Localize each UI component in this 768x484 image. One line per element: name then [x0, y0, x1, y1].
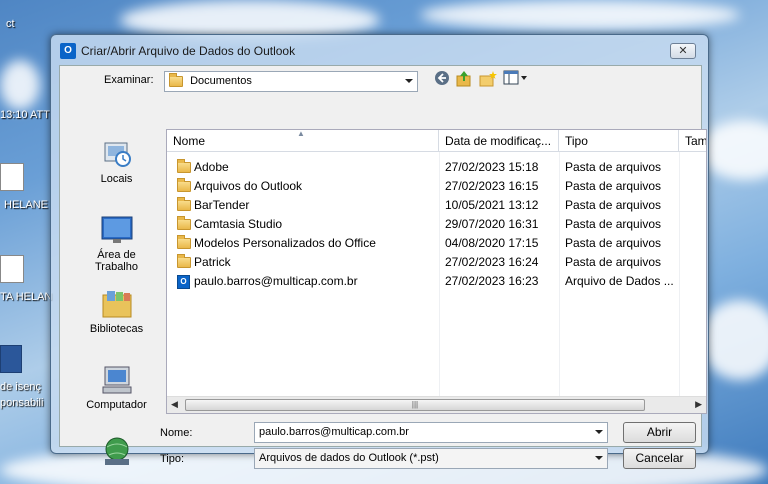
open-button[interactable]: Abrir: [623, 422, 696, 443]
desktop-icon: [101, 215, 133, 245]
file-row[interactable]: O paulo.barros@multicap.com.br 27/02/202…: [167, 272, 706, 291]
file-type: Pasta de arquivos: [565, 236, 662, 250]
filetype-label: Tipo:: [160, 453, 185, 465]
file-type: Pasta de arquivos: [565, 255, 662, 269]
word-document-icon[interactable]: [0, 345, 22, 373]
chevron-down-icon: [405, 79, 413, 83]
column-header-label: Tipo: [565, 134, 588, 148]
column-header-size[interactable]: Tam: [679, 130, 707, 152]
file-date: 29/07/2020 16:31: [445, 217, 539, 231]
places-item-desktop[interactable]: Área de Trabalho: [68, 215, 165, 273]
document-thumbnail-icon[interactable]: [0, 255, 24, 283]
desktop-label[interactable]: ct: [6, 18, 15, 30]
desktop-label[interactable]: TA HELAN: [0, 291, 52, 303]
folder-icon: [177, 178, 191, 192]
column-header-name[interactable]: Nome ▲: [167, 130, 439, 152]
file-type: Pasta de arquivos: [565, 179, 662, 193]
cancel-button[interactable]: Cancelar: [623, 448, 696, 469]
desktop-label[interactable]: HELANE: [4, 199, 48, 211]
places-label: Locais: [100, 173, 133, 185]
dialog-title: Criar/Abrir Arquivo de Dados do Outlook: [81, 44, 296, 58]
file-name: Camtasia Studio: [194, 217, 283, 231]
scroll-left-arrow-icon[interactable]: ◀: [171, 399, 178, 410]
libraries-icon: [101, 289, 133, 319]
recent-places-icon: [101, 139, 133, 169]
file-row[interactable]: BarTender 10/05/2021 13:12 Pasta de arqu…: [167, 196, 706, 215]
column-header-label: Tam: [685, 134, 707, 148]
file-name: paulo.barros@multicap.com.br: [194, 274, 358, 288]
folder-icon: [177, 216, 191, 230]
places-bar: Locais Área de Trabalho Bibliotecas Comp…: [68, 129, 165, 465]
places-item-libraries[interactable]: Bibliotecas: [68, 289, 165, 335]
scroll-right-arrow-icon[interactable]: ▶: [695, 399, 702, 410]
places-item-recent[interactable]: Locais: [68, 139, 165, 185]
back-button[interactable]: [432, 70, 452, 90]
file-date: 27/02/2023 15:18: [445, 160, 539, 174]
desktop-label[interactable]: ponsabili: [0, 397, 43, 409]
filetype-value: Arquivos de dados do Outlook (*.pst): [259, 452, 439, 464]
column-header-label: Nome: [173, 134, 206, 148]
dialog-body: Examinar: Documentos Locais Área de Trab…: [59, 65, 707, 469]
file-date: 27/02/2023 16:15: [445, 179, 539, 193]
network-icon: [101, 437, 133, 467]
view-menu-button[interactable]: [502, 70, 530, 90]
sort-ascending-icon: ▲: [297, 130, 305, 138]
file-row[interactable]: Modelos Personalizados do Office 04/08/2…: [167, 234, 706, 253]
file-row[interactable]: Adobe 27/02/2023 15:18 Pasta de arquivos: [167, 158, 706, 177]
chevron-down-icon: [595, 456, 603, 460]
file-date: 27/02/2023 16:24: [445, 255, 539, 269]
places-label: Área de Trabalho: [94, 249, 138, 273]
filename-input[interactable]: paulo.barros@multicap.com.br: [254, 422, 608, 443]
file-date: 10/05/2021 13:12: [445, 198, 539, 212]
horizontal-scrollbar[interactable]: ◀ ||| ▶: [167, 396, 706, 413]
desktop-label[interactable]: 13:10 ATT: [0, 109, 50, 121]
folder-icon: [177, 254, 191, 268]
column-header-date[interactable]: Data de modificaç...: [439, 130, 559, 152]
look-in-dropdown[interactable]: Documentos: [164, 71, 418, 92]
chevron-down-icon[interactable]: [595, 430, 603, 434]
file-name: Arquivos do Outlook: [194, 179, 303, 193]
places-item-computer[interactable]: Computador: [68, 365, 165, 411]
places-label: Computador: [86, 399, 147, 411]
folder-icon: [177, 197, 191, 211]
desktop-label[interactable]: de isenç: [0, 381, 41, 393]
file-date: 27/02/2023 16:23: [445, 274, 539, 288]
file-row[interactable]: Patrick 27/02/2023 16:24 Pasta de arquiv…: [167, 253, 706, 272]
file-row[interactable]: Camtasia Studio 29/07/2020 16:31 Pasta d…: [167, 215, 706, 234]
outlook-icon: O: [60, 43, 76, 59]
look-in-label: Examinar:: [104, 74, 154, 86]
file-type: Pasta de arquivos: [565, 217, 662, 231]
file-type: Arquivo de Dados ...: [565, 274, 674, 288]
pst-file-icon: O: [177, 275, 190, 289]
look-in-value: Documentos: [190, 75, 252, 87]
close-button[interactable]: ✕: [670, 43, 696, 59]
file-name: Modelos Personalizados do Office: [194, 236, 376, 250]
up-folder-button[interactable]: [454, 70, 474, 90]
new-folder-button[interactable]: [478, 70, 498, 90]
column-header-type[interactable]: Tipo: [559, 130, 679, 152]
filename-label: Nome:: [160, 427, 193, 439]
computer-icon: [101, 365, 133, 395]
file-name: BarTender: [194, 198, 250, 212]
file-type: Pasta de arquivos: [565, 160, 662, 174]
column-header-label: Data de modificaç...: [445, 134, 552, 148]
file-date: 04/08/2020 17:15: [445, 236, 539, 250]
filetype-dropdown[interactable]: Arquivos de dados do Outlook (*.pst): [254, 448, 608, 469]
folder-icon: [169, 72, 183, 87]
places-item-network[interactable]: [68, 437, 165, 471]
filename-value: paulo.barros@multicap.com.br: [259, 426, 409, 438]
file-name: Patrick: [194, 255, 231, 269]
title-bar[interactable]: O Criar/Abrir Arquivo de Dados do Outloo…: [51, 35, 708, 65]
file-type: Pasta de arquivos: [565, 198, 662, 212]
file-list[interactable]: Nome ▲ Data de modificaç... Tipo Tam Ado…: [166, 129, 707, 414]
open-file-dialog: O Criar/Abrir Arquivo de Dados do Outloo…: [50, 34, 709, 469]
document-thumbnail-icon[interactable]: [0, 163, 24, 191]
places-label: Bibliotecas: [89, 323, 144, 335]
file-row[interactable]: Arquivos do Outlook 27/02/2023 16:15 Pas…: [167, 177, 706, 196]
folder-icon: [177, 235, 191, 249]
scroll-thumb[interactable]: |||: [185, 399, 645, 411]
folder-icon: [177, 159, 191, 173]
file-name: Adobe: [194, 160, 229, 174]
